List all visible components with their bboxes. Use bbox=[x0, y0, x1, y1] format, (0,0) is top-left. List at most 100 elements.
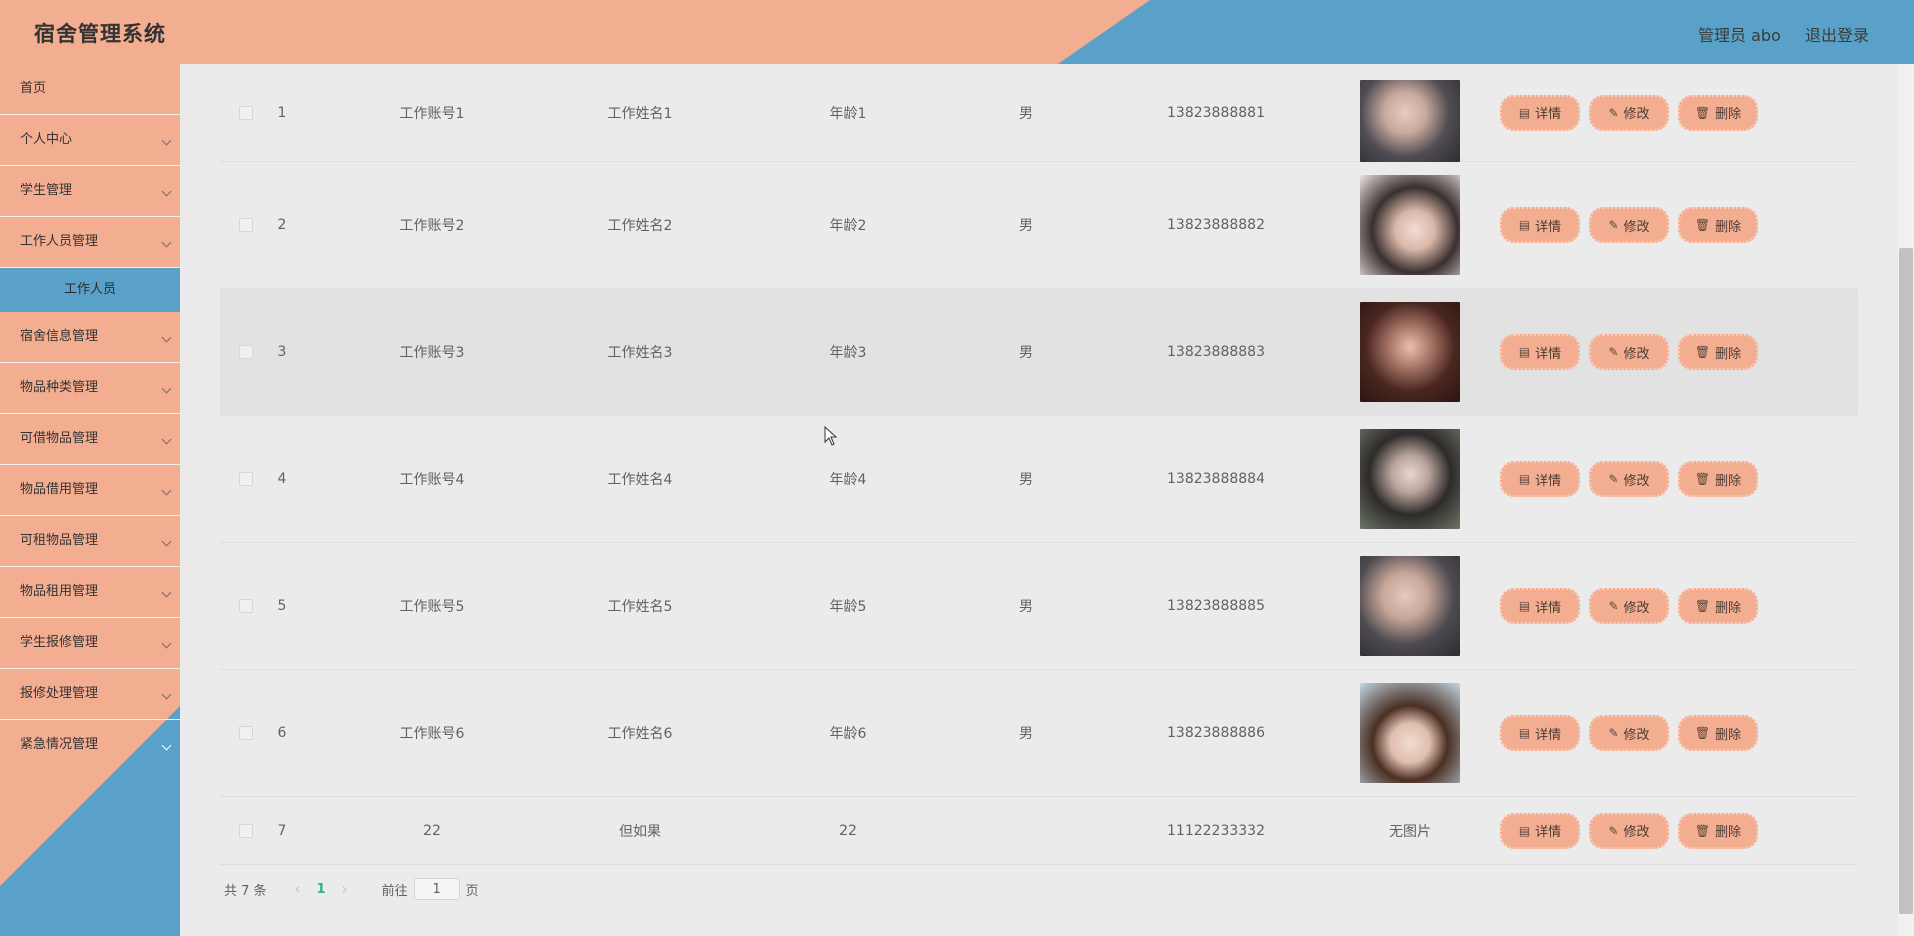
detail-button[interactable]: ▤ 详情 bbox=[1500, 207, 1580, 243]
staff-sex: 男 bbox=[1019, 472, 1033, 488]
sidebar-item-repair-requests[interactable]: 学生报修管理 bbox=[0, 618, 180, 669]
sidebar-item-profile[interactable]: 个人中心 bbox=[0, 115, 180, 166]
staff-phone: 13823888883 bbox=[1167, 344, 1265, 360]
edit-button[interactable]: ✎ 修改 bbox=[1589, 207, 1669, 243]
trash-icon: 🗑 bbox=[1694, 472, 1711, 486]
chevron-down-icon bbox=[161, 689, 172, 700]
staff-account: 22 bbox=[423, 822, 441, 839]
scrollbar-thumb[interactable] bbox=[1899, 248, 1913, 914]
sidebar-item-repair-handling[interactable]: 报修处理管理 bbox=[0, 669, 180, 720]
row-checkbox-cell[interactable] bbox=[220, 670, 272, 796]
row-checkbox-cell[interactable] bbox=[220, 543, 272, 669]
staff-photo bbox=[1360, 556, 1460, 656]
staff-photo bbox=[1360, 79, 1460, 162]
sidebar-item-rentable[interactable]: 可租物品管理 bbox=[0, 516, 180, 567]
staff-account: 工作账号5 bbox=[399, 599, 465, 615]
detail-button[interactable]: ▤ 详情 bbox=[1500, 588, 1580, 624]
sidebar-item-item-category[interactable]: 物品种类管理 bbox=[0, 363, 180, 414]
mouse-cursor-icon bbox=[824, 426, 838, 446]
chevron-down-icon bbox=[161, 434, 172, 445]
sidebar-item-home[interactable]: 首页 bbox=[0, 64, 180, 115]
sidebar-item-staff[interactable]: 工作人员管理 bbox=[0, 217, 180, 268]
sidebar-item-label: 工作人员管理 bbox=[20, 234, 99, 249]
chevron-down-icon bbox=[161, 135, 172, 146]
document-icon: ▤ bbox=[1518, 345, 1531, 359]
delete-button[interactable]: 🗑 删除 bbox=[1678, 334, 1758, 370]
chevron-right-icon[interactable]: › bbox=[342, 880, 348, 898]
delete-button[interactable]: 🗑 删除 bbox=[1678, 812, 1758, 849]
staff-age: 年龄5 bbox=[829, 599, 867, 615]
staff-account: 工作账号1 bbox=[399, 105, 465, 122]
staff-photo-cell bbox=[1360, 543, 1460, 669]
detail-button[interactable]: ▤ 详情 bbox=[1500, 715, 1580, 751]
sidebar-item-dorm-info[interactable]: 宿舍信息管理 bbox=[0, 312, 180, 363]
page-number-current[interactable]: 1 bbox=[317, 882, 326, 897]
row-checkbox[interactable] bbox=[239, 823, 253, 838]
staff-age: 年龄2 bbox=[829, 218, 867, 234]
row-checkbox[interactable] bbox=[239, 218, 253, 232]
sidebar-item-renting[interactable]: 物品租用管理 bbox=[0, 567, 180, 618]
staff-name: 工作姓名6 bbox=[607, 726, 673, 742]
sidebar-item-emergency[interactable]: 紧急情况管理 bbox=[0, 720, 180, 771]
sidebar-item-borrowable[interactable]: 可借物品管理 bbox=[0, 414, 180, 465]
staff-account: 工作账号4 bbox=[399, 472, 465, 488]
chevron-down-icon bbox=[161, 237, 172, 248]
row-checkbox[interactable] bbox=[239, 345, 253, 359]
page-jump-input[interactable] bbox=[413, 878, 460, 900]
delete-button[interactable]: 🗑 删除 bbox=[1678, 94, 1758, 131]
delete-button[interactable]: 🗑 删除 bbox=[1678, 715, 1758, 751]
row-checkbox[interactable] bbox=[239, 105, 253, 120]
edit-button[interactable]: ✎ 修改 bbox=[1589, 334, 1669, 370]
staff-photo-cell bbox=[1360, 416, 1460, 542]
current-user-label: 管理员 abo bbox=[1698, 26, 1781, 45]
edit-button[interactable]: ✎ 修改 bbox=[1589, 588, 1669, 624]
table-row: 4 工作账号4 工作姓名4 年龄4 男 13823888884 ▤ 详情 ✎ 修改 … bbox=[220, 416, 1858, 543]
detail-button[interactable]: ▤ 详情 bbox=[1500, 812, 1580, 849]
row-actions: ▤ 详情 ✎ 修改 🗑 删除 bbox=[1500, 543, 1820, 669]
edit-button[interactable]: ✎ 修改 bbox=[1589, 94, 1669, 131]
edit-button[interactable]: ✎ 修改 bbox=[1589, 461, 1669, 497]
row-checkbox-cell[interactable] bbox=[220, 162, 272, 288]
edit-button[interactable]: ✎ 修改 bbox=[1589, 812, 1669, 849]
sidebar-menu: 首页 个人中心 学生管理 工作人员管理 工作人员 宿舍信息管理 物品种类管理 可… bbox=[0, 64, 180, 771]
detail-button[interactable]: ▤ 详情 bbox=[1500, 334, 1580, 370]
table-row: 3 工作账号3 工作姓名3 年龄3 男 13823888883 ▤ 详情 ✎ 修改 … bbox=[220, 289, 1858, 416]
detail-button[interactable]: ▤ 详情 bbox=[1500, 94, 1580, 131]
row-checkbox-cell[interactable] bbox=[220, 64, 272, 161]
detail-button[interactable]: ▤ 详情 bbox=[1500, 461, 1580, 497]
staff-sex: 男 bbox=[1019, 726, 1033, 742]
sidebar-item-label: 学生报修管理 bbox=[20, 635, 99, 650]
table-row: 1 工作账号1 工作姓名1 年龄1 男 13823888881 ▤ 详情 ✎ 修改 … bbox=[220, 64, 1858, 162]
page-unit-label: 页 bbox=[465, 883, 479, 899]
pencil-icon: ✎ bbox=[1608, 105, 1619, 120]
sidebar-item-label: 报修处理管理 bbox=[20, 686, 99, 701]
delete-button[interactable]: 🗑 删除 bbox=[1678, 207, 1758, 243]
sidebar-subitem-staff[interactable]: 工作人员 bbox=[0, 268, 180, 312]
staff-phone: 13823888881 bbox=[1167, 104, 1265, 121]
row-index: 7 bbox=[277, 822, 287, 839]
document-icon: ▤ bbox=[1518, 472, 1531, 486]
staff-sex: 男 bbox=[1019, 218, 1033, 234]
pagination: 共 7 条 ‹ 1 › 前往 页 bbox=[224, 877, 479, 901]
row-index: 3 bbox=[277, 344, 287, 360]
sidebar-item-students[interactable]: 学生管理 bbox=[0, 166, 180, 217]
row-index: 1 bbox=[277, 104, 287, 121]
row-checkbox-cell[interactable] bbox=[220, 289, 272, 415]
sidebar-item-label: 可租物品管理 bbox=[20, 533, 99, 548]
row-checkbox-cell[interactable] bbox=[220, 797, 272, 864]
trash-icon: 🗑 bbox=[1694, 726, 1711, 740]
sidebar-item-label: 个人中心 bbox=[20, 132, 73, 147]
row-actions: ▤ 详情 ✎ 修改 🗑 删除 bbox=[1500, 670, 1820, 796]
row-checkbox-cell[interactable] bbox=[220, 416, 272, 542]
logout-link[interactable]: 退出登录 bbox=[1805, 22, 1869, 46]
delete-button[interactable]: 🗑 删除 bbox=[1678, 461, 1758, 497]
row-checkbox[interactable] bbox=[239, 472, 253, 486]
document-icon: ▤ bbox=[1518, 726, 1531, 740]
row-checkbox[interactable] bbox=[239, 726, 253, 740]
row-checkbox[interactable] bbox=[239, 599, 253, 613]
delete-button[interactable]: 🗑 删除 bbox=[1678, 588, 1758, 624]
edit-button[interactable]: ✎ 修改 bbox=[1589, 715, 1669, 751]
sidebar-item-borrowing[interactable]: 物品借用管理 bbox=[0, 465, 180, 516]
chevron-left-icon[interactable]: ‹ bbox=[295, 880, 301, 898]
staff-name: 但如果 bbox=[619, 823, 661, 840]
